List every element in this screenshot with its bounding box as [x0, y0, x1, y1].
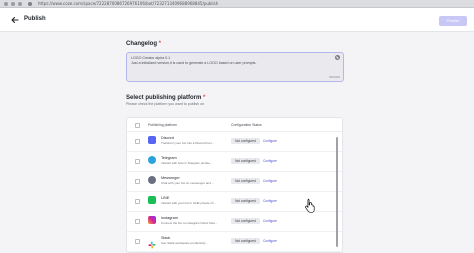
changelog-text[interactable]: LOGO Creator alpha 0.1 Just a initialize…: [131, 56, 331, 66]
configure-link[interactable]: Configure: [263, 178, 277, 184]
lock-icon: [28, 2, 32, 6]
table-row[interactable]: Instagram Connect the bot to Instagram D…: [127, 212, 342, 232]
back-arrow-icon[interactable]: [10, 15, 20, 25]
top-bar: Publish Publish: [0, 8, 474, 32]
changelog-title: Changelog: [126, 41, 157, 47]
status-badge: Not configured: [231, 218, 260, 224]
telegram-icon: [148, 156, 156, 164]
platform-name: Slack: [161, 236, 171, 240]
platform-desc: Transform your bot into a Discord bot t.…: [161, 141, 215, 145]
configure-link[interactable]: Configure: [263, 158, 277, 164]
changelog-heading: Changelog *: [126, 41, 161, 47]
required-mark: *: [203, 95, 206, 101]
status-badge: Not configured: [231, 198, 260, 204]
line-icon: [148, 196, 156, 204]
platform-desc: Interact with bots in Telegram private..…: [161, 161, 213, 165]
platform-description: Please check the platform you want to pu…: [126, 102, 205, 106]
select-all-checkbox[interactable]: [135, 123, 140, 128]
platform-desc: Interact with your bot in LINE private c…: [161, 201, 216, 205]
hand-cursor-icon: [305, 198, 315, 213]
url-text[interactable]: https://www.coze.com/space/7222870086726…: [38, 1, 458, 7]
browser-back-icon[interactable]: [4, 2, 8, 6]
browser-reload-icon[interactable]: [18, 2, 22, 6]
platform-table: Publishing platform Configuration Status…: [126, 117, 343, 253]
row-checkbox[interactable]: [135, 199, 140, 204]
platform-name: Messenger: [161, 176, 180, 180]
publish-button[interactable]: Publish: [439, 16, 467, 26]
row-checkbox[interactable]: [135, 159, 140, 164]
table-header: Publishing platform Configuration Status: [127, 118, 342, 132]
platform-name: Discord: [161, 136, 174, 140]
browser-forward-icon[interactable]: [11, 2, 15, 6]
platform-name: LINE: [161, 196, 170, 200]
configure-link[interactable]: Configure: [263, 238, 277, 244]
browser-address-bar[interactable]: https://www.coze.com/space/7222870086726…: [0, 0, 474, 8]
platform-desc: Chat with your bot on messenger and ...: [161, 181, 215, 185]
char-count: 96/2000: [329, 75, 340, 79]
status-badge: Not configured: [231, 178, 260, 184]
row-checkbox[interactable]: [135, 179, 140, 184]
row-checkbox[interactable]: [135, 239, 140, 244]
changelog-textarea[interactable]: LOGO Creator alpha 0.1 Just a initialize…: [126, 52, 344, 82]
configure-link[interactable]: Configure: [263, 218, 277, 224]
status-badge: Not configured: [231, 238, 260, 244]
platform-name: Telegram: [161, 156, 177, 160]
instagram-icon: [148, 216, 156, 224]
table-row[interactable]: Slack Use Slack workspace productivity .…: [127, 232, 342, 252]
configure-link[interactable]: Configure: [263, 138, 277, 144]
configure-link[interactable]: Configure: [263, 198, 277, 204]
required-mark: *: [158, 41, 162, 47]
status-badge: Not configured: [231, 158, 260, 164]
row-checkbox[interactable]: [135, 139, 140, 144]
messenger-icon: [148, 176, 156, 184]
row-checkbox[interactable]: [135, 219, 140, 224]
clear-icon[interactable]: [335, 55, 340, 60]
column-header-status: Configuration Status: [231, 123, 262, 127]
table-row[interactable]: Telegram Interact with bots in Telegram …: [127, 152, 342, 172]
platform-desc: Connect the bot to Instagram Direct Mes.…: [161, 221, 218, 225]
platform-title: Select publishing platform: [126, 95, 202, 101]
table-row[interactable]: Messenger Chat with your bot on messenge…: [127, 172, 342, 192]
column-header-platform: Publishing platform: [148, 123, 177, 127]
platform-desc: Use Slack workspace productivity ...: [161, 241, 210, 245]
table-scrollbar[interactable]: [336, 137, 338, 247]
table-row[interactable]: Discord Transform your bot into a Discor…: [127, 132, 342, 152]
discord-icon: [148, 136, 156, 144]
platform-name: Instagram: [161, 216, 178, 220]
platform-heading: Select publishing platform *: [126, 95, 205, 101]
status-badge: Not configured: [231, 138, 260, 144]
slack-icon: [148, 236, 156, 249]
page-title: Publish: [24, 16, 46, 22]
